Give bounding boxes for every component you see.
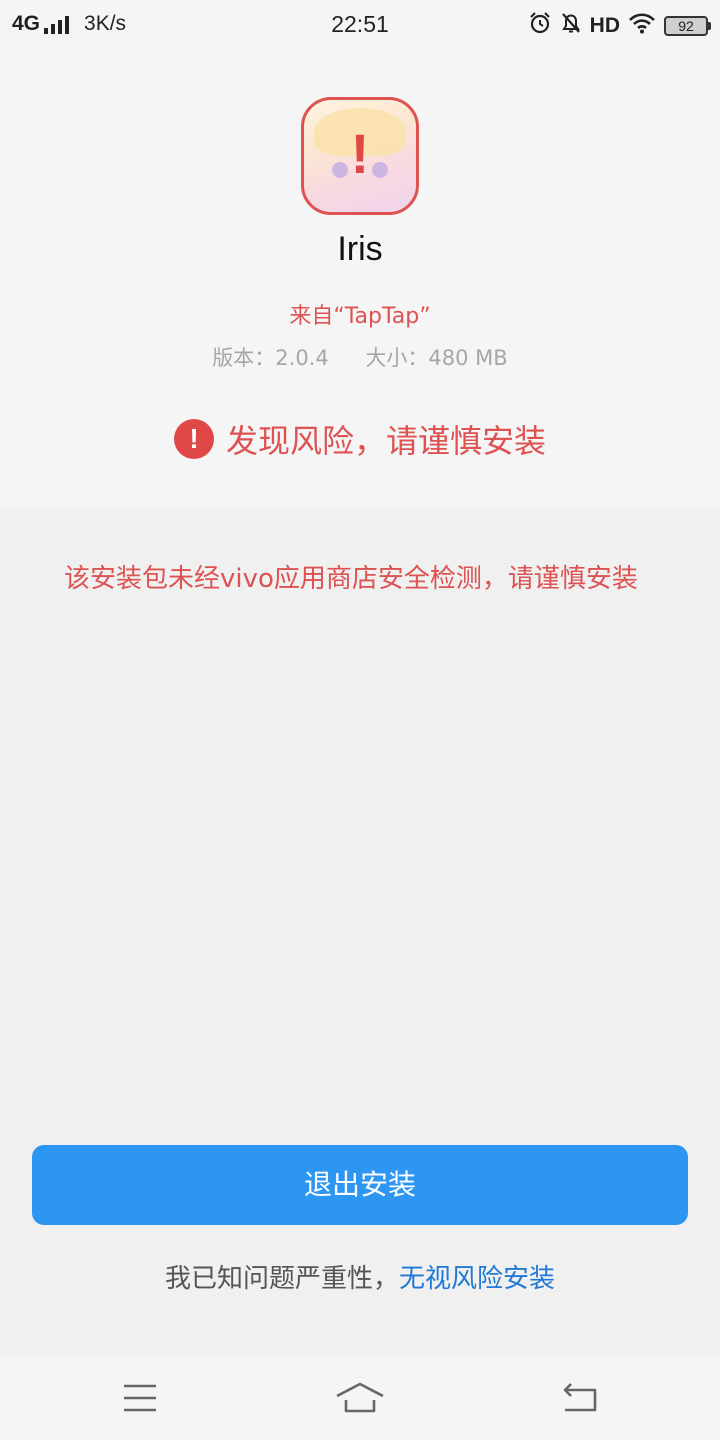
app-icon: ! — [301, 97, 419, 215]
menu-icon[interactable] — [110, 1374, 170, 1422]
risk-headline: ! 发现风险，请谨慎安装 — [0, 416, 720, 462]
ignore-risk-row: 我已知问题严重性，无视风险安装 — [0, 1258, 720, 1295]
ignore-risk-prefix: 我已知问题严重性， — [164, 1264, 399, 1294]
hd-indicator: HD — [589, 14, 620, 37]
status-right: HD 92 — [520, 11, 711, 41]
warning-overlay-icon: ! — [350, 122, 370, 185]
navigation-bar — [0, 1356, 720, 1440]
battery-icon: 92 — [664, 16, 711, 36]
exit-install-button[interactable]: 退出安装 — [32, 1145, 688, 1225]
alarm-icon — [528, 11, 552, 41]
app-source: 来自“TapTap” — [289, 304, 431, 329]
mute-icon — [560, 11, 582, 41]
alert-icon: ! — [173, 419, 214, 459]
app-size: 大小：480 MB — [365, 346, 508, 370]
app-meta: 版本：2.0.4 大小：480 MB — [0, 342, 720, 372]
wifi-icon — [628, 12, 656, 40]
home-icon[interactable] — [330, 1374, 390, 1422]
status-bar: 4G 3K/s 22:51 HD 92 — [0, 0, 720, 52]
app-version: 版本：2.0.4 — [212, 346, 329, 370]
risk-message: 该安装包未经vivo应用商店安全检测，请谨慎安装 — [64, 564, 638, 594]
risk-headline-text: 发现风险，请谨慎安装 — [225, 422, 546, 460]
ignore-risk-install-link[interactable]: 无视风险安装 — [399, 1264, 555, 1294]
app-name: Iris — [337, 230, 383, 268]
app-info-card: ! Iris 来自“TapTap” 版本：2.0.4 大小：480 MB ! 发… — [0, 52, 720, 508]
back-icon[interactable] — [549, 1374, 609, 1422]
